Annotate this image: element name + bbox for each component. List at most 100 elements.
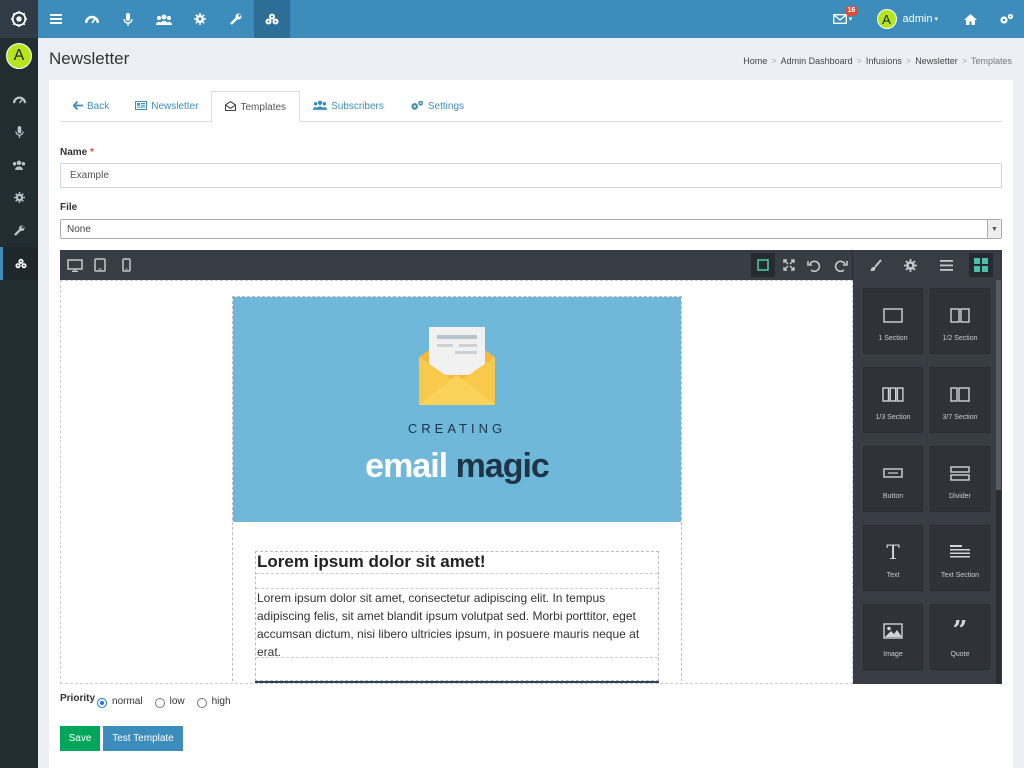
hero-banner[interactable]: CREATING email magic	[233, 297, 681, 522]
tab-back-label: Back	[87, 101, 110, 112]
block-text[interactable]: T Text	[863, 525, 923, 591]
breadcrumb-newsletter[interactable]: Newsletter	[915, 56, 958, 66]
three-seven-section-icon	[950, 374, 970, 414]
tab-settings-label: Settings	[427, 101, 465, 112]
editor-toolbar	[60, 250, 1002, 280]
sidebar-avatar[interactable]: A	[6, 43, 32, 69]
priority-option-low[interactable]: low	[154, 696, 185, 708]
block-quote[interactable]: ” Quote	[930, 604, 990, 670]
block-label: 1/2 Section	[942, 335, 978, 342]
block-image[interactable]: Image	[863, 604, 923, 670]
tablet-view-icon[interactable]	[88, 253, 112, 277]
wrench-icon[interactable]	[218, 0, 254, 38]
logo-gear-icon[interactable]	[0, 0, 38, 38]
users-icon[interactable]	[146, 0, 182, 38]
notification-badge: 16	[844, 6, 859, 16]
content-paragraph[interactable]: Lorem ipsum dolor sit amet, consectetur …	[256, 588, 658, 659]
block-label: Quote	[950, 651, 970, 658]
envelope-illustration-icon	[417, 327, 497, 407]
tab-settings[interactable]: Settings	[397, 91, 477, 122]
content-box: Back Newsletter Templates Subscribers Se…	[49, 80, 1013, 768]
radio-low[interactable]	[154, 697, 165, 708]
blocks-grid-icon[interactable]	[969, 253, 993, 277]
hero-title: email magic	[365, 447, 550, 485]
name-input[interactable]: Example	[60, 163, 1002, 188]
half-section-icon	[950, 295, 970, 335]
priority-option-high[interactable]: high	[196, 696, 231, 708]
breadcrumb-admin-dashboard[interactable]: Admin Dashboard	[781, 56, 853, 66]
blocks-scrollbar[interactable]	[996, 280, 1001, 684]
file-select-value: None	[67, 223, 91, 235]
block-text-section[interactable]: Text Section	[930, 525, 990, 591]
next-section-bar	[255, 681, 659, 683]
button-block-icon	[883, 453, 903, 493]
text-section-icon	[950, 532, 970, 572]
tab-subscribers[interactable]: Subscribers	[300, 91, 397, 122]
tab-bar: Back Newsletter Templates Subscribers Se…	[60, 91, 1002, 123]
tab-newsletter[interactable]: Newsletter	[122, 91, 211, 122]
user-name: admin	[902, 13, 933, 25]
block-3-7-section[interactable]: 3/7 Section	[930, 367, 990, 433]
chevron-down-icon: ▼	[987, 220, 1001, 238]
breadcrumb-infusions[interactable]: Infusions	[866, 56, 902, 66]
image-icon	[883, 611, 903, 651]
infusions-icon[interactable]	[254, 0, 290, 38]
settings-gear-icon[interactable]	[182, 0, 218, 38]
block-label: 1/3 Section	[875, 414, 911, 421]
email-template-preview: CREATING email magic Lorem ipsum dolor s…	[232, 296, 682, 683]
sidebar-item-users[interactable]	[0, 148, 38, 181]
radio-normal[interactable]	[97, 697, 108, 708]
priority-option-normal[interactable]: normal	[97, 696, 143, 708]
sidebar-item-tools[interactable]	[0, 214, 38, 247]
sidebar-item-settings[interactable]	[0, 181, 38, 214]
page-title: Newsletter	[49, 49, 130, 68]
file-select[interactable]: None ▼	[60, 219, 1002, 239]
tab-templates[interactable]: Templates	[211, 91, 301, 123]
newspaper-icon	[135, 100, 148, 113]
gears-icon	[410, 100, 424, 114]
sidebar: A	[0, 38, 38, 768]
layers-menu-icon[interactable]	[934, 253, 958, 277]
name-input-value: Example	[70, 170, 109, 181]
block-1-3-section[interactable]: 1/3 Section	[863, 367, 923, 433]
tab-subscribers-label: Subscribers	[331, 101, 384, 112]
gears-icon[interactable]	[988, 0, 1024, 38]
block-label: Divider	[949, 493, 971, 500]
priority-group: Priority normal low high	[60, 690, 243, 708]
users-icon	[313, 100, 328, 113]
block-label: Button	[882, 493, 904, 500]
breadcrumb-templates: Templates	[970, 56, 1012, 66]
menu-icon[interactable]	[38, 0, 74, 38]
radio-high[interactable]	[196, 697, 207, 708]
undo-icon[interactable]	[802, 253, 826, 277]
tab-newsletter-label: Newsletter	[151, 101, 199, 112]
desktop-view-icon[interactable]	[63, 253, 87, 277]
scrollbar-thumb[interactable]	[996, 280, 1001, 490]
envelope-open-icon	[225, 100, 237, 114]
block-1-section[interactable]: 1 Section	[863, 288, 923, 354]
test-template-button[interactable]: Test Template	[103, 726, 183, 751]
sidebar-item-infusions[interactable]	[0, 247, 38, 280]
sidebar-item-microphone[interactable]	[0, 115, 38, 148]
mobile-view-icon[interactable]	[114, 253, 138, 277]
editor-canvas[interactable]: CREATING email magic Lorem ipsum dolor s…	[60, 280, 853, 684]
content-heading[interactable]: Lorem ipsum dolor sit amet!	[256, 552, 658, 574]
fullscreen-icon[interactable]	[777, 253, 801, 277]
home-icon[interactable]	[952, 0, 988, 38]
save-button[interactable]: Save	[60, 726, 100, 751]
sidebar-item-dashboard[interactable]	[0, 82, 38, 115]
settings-gear-icon[interactable]	[898, 253, 922, 277]
redo-icon[interactable]	[829, 253, 853, 277]
borders-toggle-icon[interactable]	[751, 253, 775, 277]
block-1-2-section[interactable]: 1/2 Section	[930, 288, 990, 354]
user-menu[interactable]: A admin ▾	[863, 0, 952, 38]
paint-brush-icon[interactable]	[863, 253, 887, 277]
dashboard-icon[interactable]	[74, 0, 110, 38]
messages-envelope-icon[interactable]: ▾ 16	[823, 0, 863, 38]
text-content-block[interactable]: Lorem ipsum dolor sit amet! Lorem ipsum …	[255, 551, 659, 681]
block-button[interactable]: Button	[863, 446, 923, 512]
microphone-icon[interactable]	[110, 0, 146, 38]
breadcrumb-home[interactable]: Home	[743, 56, 767, 66]
tab-back[interactable]: Back	[60, 91, 122, 122]
block-divider[interactable]: Divider	[930, 446, 990, 512]
